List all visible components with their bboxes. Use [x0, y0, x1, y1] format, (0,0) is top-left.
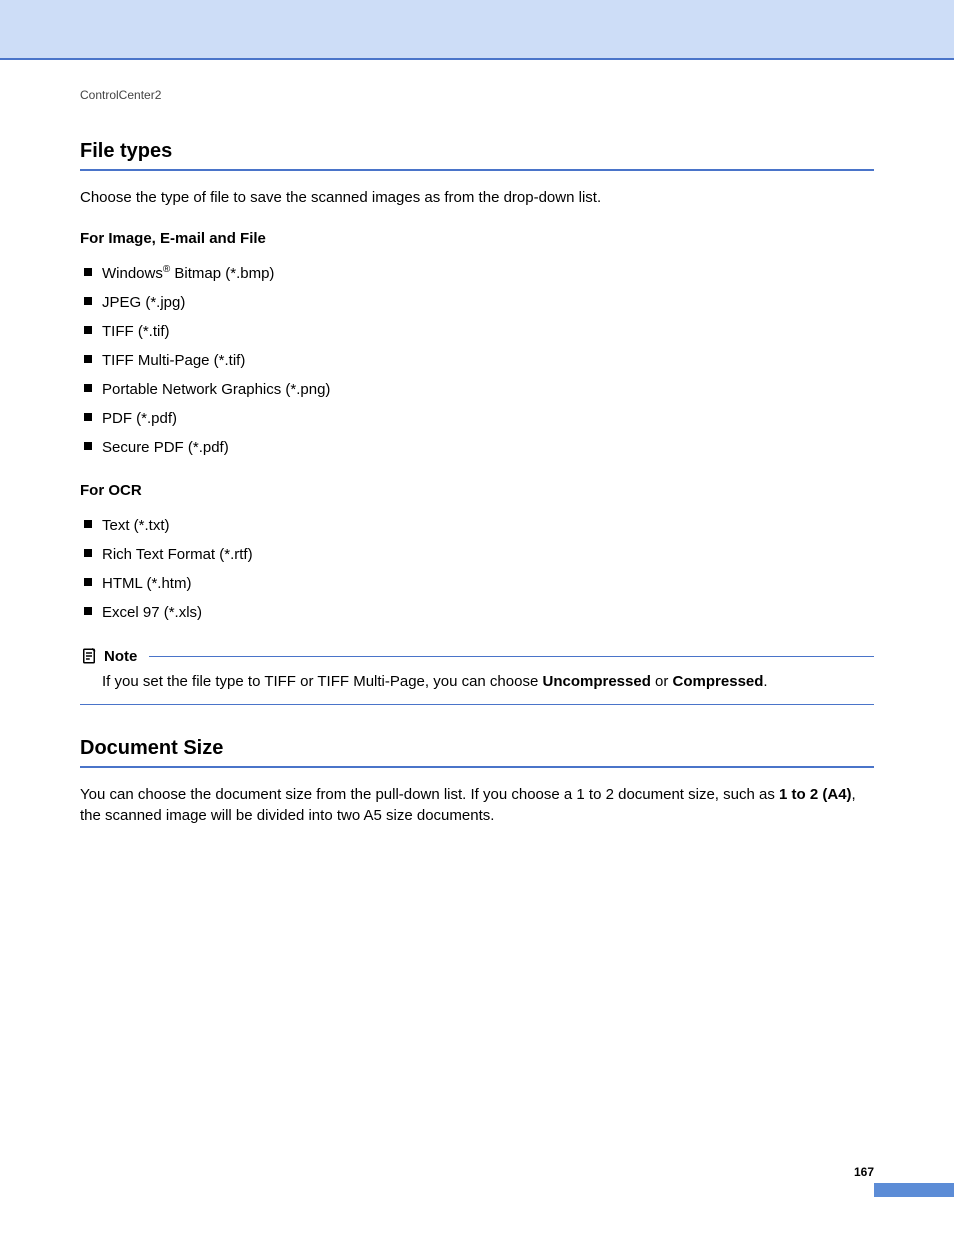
list-text-pre: Windows [102, 265, 163, 282]
list-item: Windows® Bitmap (*.bmp) [80, 259, 874, 288]
note-text-post: . [763, 673, 767, 690]
section-title-doc-size: Document Size [80, 737, 874, 760]
note-label: Note [104, 648, 137, 665]
note-text-pre: If you set the file type to TIFF or TIFF… [102, 673, 542, 690]
note-bold-2: Compressed [673, 673, 764, 690]
footer-bar [874, 1183, 954, 1197]
note-icon [80, 647, 98, 665]
list-item: TIFF Multi-Page (*.tif) [80, 346, 874, 375]
note-bold-1: Uncompressed [542, 673, 650, 690]
group2-list: Text (*.txt) Rich Text Format (*.rtf) HT… [80, 511, 874, 627]
list-text-post: Bitmap (*.bmp) [170, 265, 274, 282]
section-title-file-types: File types [80, 140, 874, 163]
section-rule [80, 169, 874, 171]
list-item: Excel 97 (*.xls) [80, 598, 874, 627]
note-header-line [149, 656, 874, 657]
list-item: HTML (*.htm) [80, 569, 874, 598]
file-types-intro: Choose the type of file to save the scan… [80, 187, 874, 208]
doc-size-text: You can choose the document size from th… [80, 784, 874, 826]
page-content: ControlCenter2 File types Choose the typ… [0, 60, 954, 826]
list-item: Rich Text Format (*.rtf) [80, 540, 874, 569]
note-block: Note If you set the file type to TIFF or… [80, 647, 874, 705]
list-item: Portable Network Graphics (*.png) [80, 375, 874, 404]
list-item: Secure PDF (*.pdf) [80, 433, 874, 462]
note-text-mid: or [651, 673, 673, 690]
list-item: PDF (*.pdf) [80, 404, 874, 433]
note-text: If you set the file type to TIFF or TIFF… [80, 665, 874, 705]
group1-list: Windows® Bitmap (*.bmp) JPEG (*.jpg) TIF… [80, 259, 874, 462]
section-rule [80, 766, 874, 768]
group2-label: For OCR [80, 482, 874, 499]
doc-size-bold: 1 to 2 (A4) [779, 786, 852, 803]
note-header: Note [80, 647, 874, 665]
list-item: JPEG (*.jpg) [80, 288, 874, 317]
group1-label: For Image, E-mail and File [80, 230, 874, 247]
page-number: 167 [854, 1165, 874, 1179]
top-band [0, 0, 954, 58]
list-item: TIFF (*.tif) [80, 317, 874, 346]
doc-size-text-pre: You can choose the document size from th… [80, 786, 779, 803]
header-product: ControlCenter2 [80, 88, 874, 102]
list-item: Text (*.txt) [80, 511, 874, 540]
